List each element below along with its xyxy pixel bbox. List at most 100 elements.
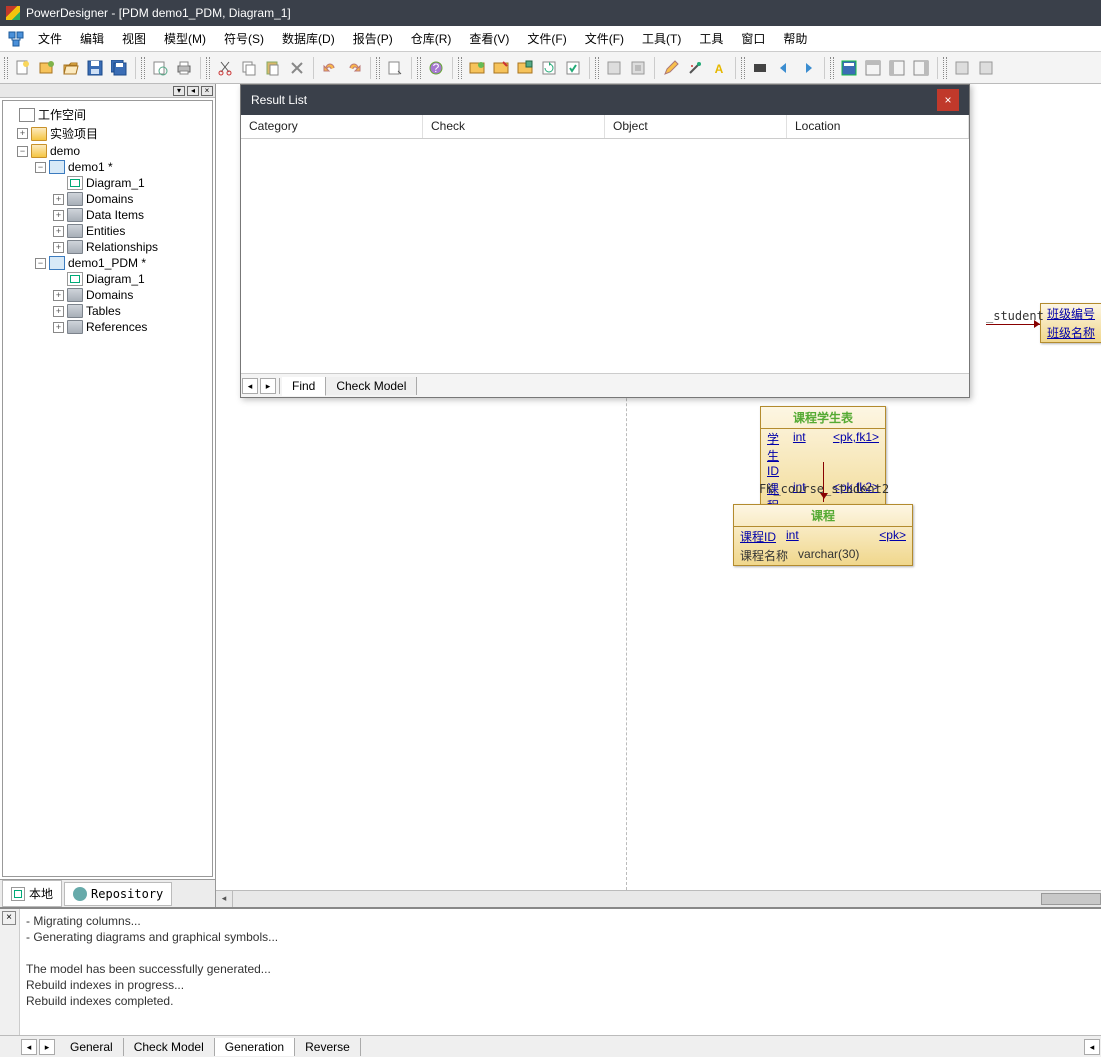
horizontal-scrollbar[interactable]: ◂ bbox=[216, 890, 1101, 907]
print-icon[interactable] bbox=[173, 57, 195, 79]
left-arrow-icon[interactable] bbox=[773, 57, 795, 79]
tree-item[interactable]: Relationships bbox=[86, 240, 158, 254]
toolbar-grip[interactable] bbox=[376, 57, 380, 79]
tool-a-icon[interactable] bbox=[466, 57, 488, 79]
gray1-icon[interactable] bbox=[603, 57, 625, 79]
print-preview-icon[interactable] bbox=[149, 57, 171, 79]
right-arrow-icon[interactable] bbox=[797, 57, 819, 79]
tree-item[interactable]: Entities bbox=[86, 224, 125, 238]
toolbar-grip[interactable] bbox=[141, 57, 145, 79]
result-list-body[interactable] bbox=[241, 139, 969, 373]
toolbar-grip[interactable] bbox=[417, 57, 421, 79]
scroll-thumb[interactable] bbox=[1041, 893, 1101, 905]
expand-icon[interactable]: + bbox=[53, 210, 64, 221]
gray3-icon[interactable] bbox=[951, 57, 973, 79]
saveall-icon[interactable] bbox=[108, 57, 130, 79]
help-icon[interactable]: ? bbox=[425, 57, 447, 79]
toolbar-grip[interactable] bbox=[206, 57, 210, 79]
find-icon[interactable] bbox=[384, 57, 406, 79]
layout1-icon[interactable] bbox=[838, 57, 860, 79]
toolbar-grip[interactable] bbox=[830, 57, 834, 79]
sidebar-dropdown-icon[interactable]: ▾ bbox=[173, 86, 185, 96]
tree-item[interactable]: Diagram_1 bbox=[86, 272, 145, 286]
expand-icon[interactable]: + bbox=[17, 128, 28, 139]
col-location[interactable]: Location bbox=[787, 115, 969, 138]
sidebar-close-icon[interactable]: × bbox=[201, 86, 213, 96]
result-list-titlebar[interactable]: Result List × bbox=[241, 85, 969, 115]
toolbar-grip[interactable] bbox=[943, 57, 947, 79]
expand-icon[interactable]: + bbox=[53, 322, 64, 333]
collapse-icon[interactable]: − bbox=[35, 258, 46, 269]
tree-item[interactable]: Domains bbox=[86, 288, 133, 302]
new-icon[interactable] bbox=[12, 57, 34, 79]
toolbar-grip[interactable] bbox=[458, 57, 462, 79]
copy-icon[interactable] bbox=[238, 57, 260, 79]
delete-icon[interactable] bbox=[286, 57, 308, 79]
tool-b-icon[interactable] bbox=[490, 57, 512, 79]
menu-repository[interactable]: 仓库(R) bbox=[403, 28, 460, 49]
col-category[interactable]: Category bbox=[241, 115, 423, 138]
object-tree[interactable]: 工作空间 +实验项目 −demo −demo1 * Diagram_1 +Dom… bbox=[2, 100, 213, 877]
tree-item[interactable]: demo1_PDM * bbox=[68, 256, 146, 270]
gray2-icon[interactable] bbox=[627, 57, 649, 79]
expand-icon[interactable]: + bbox=[53, 194, 64, 205]
check-icon[interactable] bbox=[562, 57, 584, 79]
paste-icon[interactable] bbox=[262, 57, 284, 79]
menu-symbol[interactable]: 符号(S) bbox=[216, 28, 272, 49]
toolbar-grip[interactable] bbox=[595, 57, 599, 79]
tree-item[interactable]: Data Items bbox=[86, 208, 144, 222]
open-icon[interactable] bbox=[60, 57, 82, 79]
menu-help[interactable]: 帮助 bbox=[775, 28, 815, 49]
menu-file[interactable]: 文件 bbox=[30, 28, 70, 49]
scroll-left-icon[interactable]: ◂ bbox=[216, 891, 233, 907]
nav-first-icon[interactable]: ◂ bbox=[242, 378, 258, 394]
tab-local[interactable]: 本地 bbox=[2, 880, 62, 907]
menu-view[interactable]: 视图 bbox=[114, 28, 154, 49]
collapse-icon[interactable]: − bbox=[35, 162, 46, 173]
nav-prev-icon[interactable]: ▸ bbox=[260, 378, 276, 394]
col-object[interactable]: Object bbox=[605, 115, 787, 138]
magic-icon[interactable] bbox=[684, 57, 706, 79]
tree-item[interactable]: demo1 * bbox=[68, 160, 113, 174]
expand-icon[interactable]: + bbox=[53, 226, 64, 237]
output-close-icon[interactable]: × bbox=[2, 911, 16, 925]
tab-reverse[interactable]: Reverse bbox=[295, 1038, 361, 1056]
menu-report[interactable]: 报告(P) bbox=[345, 28, 401, 49]
save-icon[interactable] bbox=[84, 57, 106, 79]
menu-model[interactable]: 模型(M) bbox=[156, 28, 214, 49]
tab-generation[interactable]: Generation bbox=[215, 1038, 295, 1056]
toolbar-grip[interactable] bbox=[4, 57, 8, 79]
menu-database[interactable]: 数据库(D) bbox=[274, 28, 343, 49]
col-check[interactable]: Check bbox=[423, 115, 605, 138]
undo-icon[interactable] bbox=[319, 57, 341, 79]
refresh-icon[interactable] bbox=[538, 57, 560, 79]
tool-c-icon[interactable] bbox=[514, 57, 536, 79]
tree-item[interactable]: References bbox=[86, 320, 147, 334]
collapse-icon[interactable]: − bbox=[17, 146, 28, 157]
entity-class-partial[interactable]: 班级编号 班级名称 bbox=[1040, 303, 1101, 343]
layout3-icon[interactable] bbox=[886, 57, 908, 79]
redo-icon[interactable] bbox=[343, 57, 365, 79]
expand-icon[interactable]: + bbox=[53, 242, 64, 253]
dark-icon[interactable] bbox=[749, 57, 771, 79]
toolbar-grip[interactable] bbox=[741, 57, 745, 79]
new-model-icon[interactable] bbox=[36, 57, 58, 79]
menu-tools[interactable]: 工具(T) bbox=[634, 28, 689, 49]
gray4-icon[interactable] bbox=[975, 57, 997, 79]
tree-item[interactable]: 实验项目 bbox=[50, 125, 98, 142]
tree-item[interactable]: Domains bbox=[86, 192, 133, 206]
expand-icon[interactable]: + bbox=[53, 290, 64, 301]
menu-edit[interactable]: 编辑 bbox=[72, 28, 112, 49]
menu-tools2[interactable]: 工具 bbox=[691, 28, 731, 49]
layout2-icon[interactable] bbox=[862, 57, 884, 79]
tree-workspace[interactable]: 工作空间 bbox=[38, 106, 86, 123]
pencil-icon[interactable] bbox=[660, 57, 682, 79]
tree-item[interactable]: Diagram_1 bbox=[86, 176, 145, 190]
tab-general[interactable]: General bbox=[60, 1038, 124, 1056]
text-icon[interactable]: A bbox=[708, 57, 730, 79]
menu-window[interactable]: 窗口 bbox=[733, 28, 773, 49]
menu-file2[interactable]: 文件(F) bbox=[519, 28, 574, 49]
output-text[interactable]: - Migrating columns... - Generating diag… bbox=[20, 909, 1101, 1035]
nav-prev-icon[interactable]: ▸ bbox=[39, 1039, 55, 1055]
tree-item[interactable]: Tables bbox=[86, 304, 121, 318]
